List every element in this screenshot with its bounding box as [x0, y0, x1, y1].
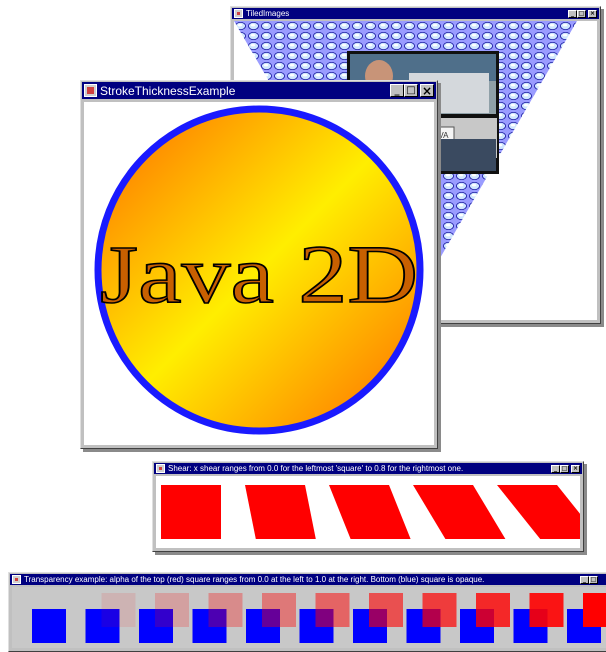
window-title: Shear: x shear ranges from 0.0 for the l…	[168, 464, 464, 473]
red-square	[583, 593, 606, 627]
minimize-button[interactable]: _	[551, 464, 560, 473]
stroke-thickness-titlebar[interactable]: StrokeThicknessExample _ □ ×	[82, 82, 436, 99]
minimize-button[interactable]: _	[390, 84, 404, 97]
red-square	[262, 593, 296, 627]
java-app-icon	[234, 9, 243, 18]
close-button[interactable]: ×	[571, 464, 580, 473]
sheared-square	[497, 485, 601, 539]
red-square	[476, 593, 510, 627]
shear-window[interactable]: Shear: x shear ranges from 0.0 for the l…	[152, 461, 601, 552]
shear-titlebar[interactable]: Shear: x shear ranges from 0.0 for the l…	[154, 463, 582, 474]
minimize-button[interactable]: _	[580, 575, 589, 584]
java-app-icon	[84, 84, 97, 97]
close-button[interactable]: ×	[420, 84, 434, 97]
transparency-canvas	[12, 587, 606, 648]
sheared-square	[161, 485, 221, 539]
stroke-thickness-window[interactable]: StrokeThicknessExample _ □ × Java 2D	[80, 80, 438, 449]
maximize-button[interactable]: □	[404, 84, 418, 97]
red-square	[315, 593, 350, 627]
java-app-icon	[156, 464, 165, 473]
close-button[interactable]: ×	[588, 9, 597, 18]
maximize-button[interactable]: □	[577, 9, 586, 18]
java-2d-text: Java 2D	[100, 228, 418, 320]
stroke-canvas: Java 2D	[84, 102, 434, 445]
circle-graphic: Java 2D	[94, 105, 424, 435]
sheared-square	[413, 485, 506, 539]
maximize-button[interactable]: □	[560, 464, 569, 473]
red-square	[422, 593, 457, 627]
transparency-window[interactable]: Transparency example: alpha of the top (…	[8, 572, 606, 652]
red-square	[369, 593, 403, 627]
shear-canvas	[156, 476, 601, 548]
maximize-button[interactable]: □	[589, 575, 598, 584]
tiled-images-titlebar[interactable]: TiledImages _ □ ×	[232, 8, 599, 19]
red-square	[208, 593, 243, 627]
minimize-button[interactable]: _	[568, 9, 577, 18]
transparency-squares	[32, 593, 606, 643]
red-square	[155, 593, 189, 627]
red-square	[48, 593, 82, 627]
java-app-icon	[12, 575, 21, 584]
red-square	[529, 593, 564, 627]
transparency-titlebar[interactable]: Transparency example: alpha of the top (…	[10, 574, 606, 585]
sheared-square	[245, 485, 316, 539]
sheared-square	[329, 485, 411, 539]
window-title: Transparency example: alpha of the top (…	[24, 575, 485, 584]
window-title: TiledImages	[246, 9, 290, 18]
red-square	[101, 593, 136, 627]
shear-shapes	[161, 485, 601, 539]
window-title: StrokeThicknessExample	[100, 83, 236, 98]
